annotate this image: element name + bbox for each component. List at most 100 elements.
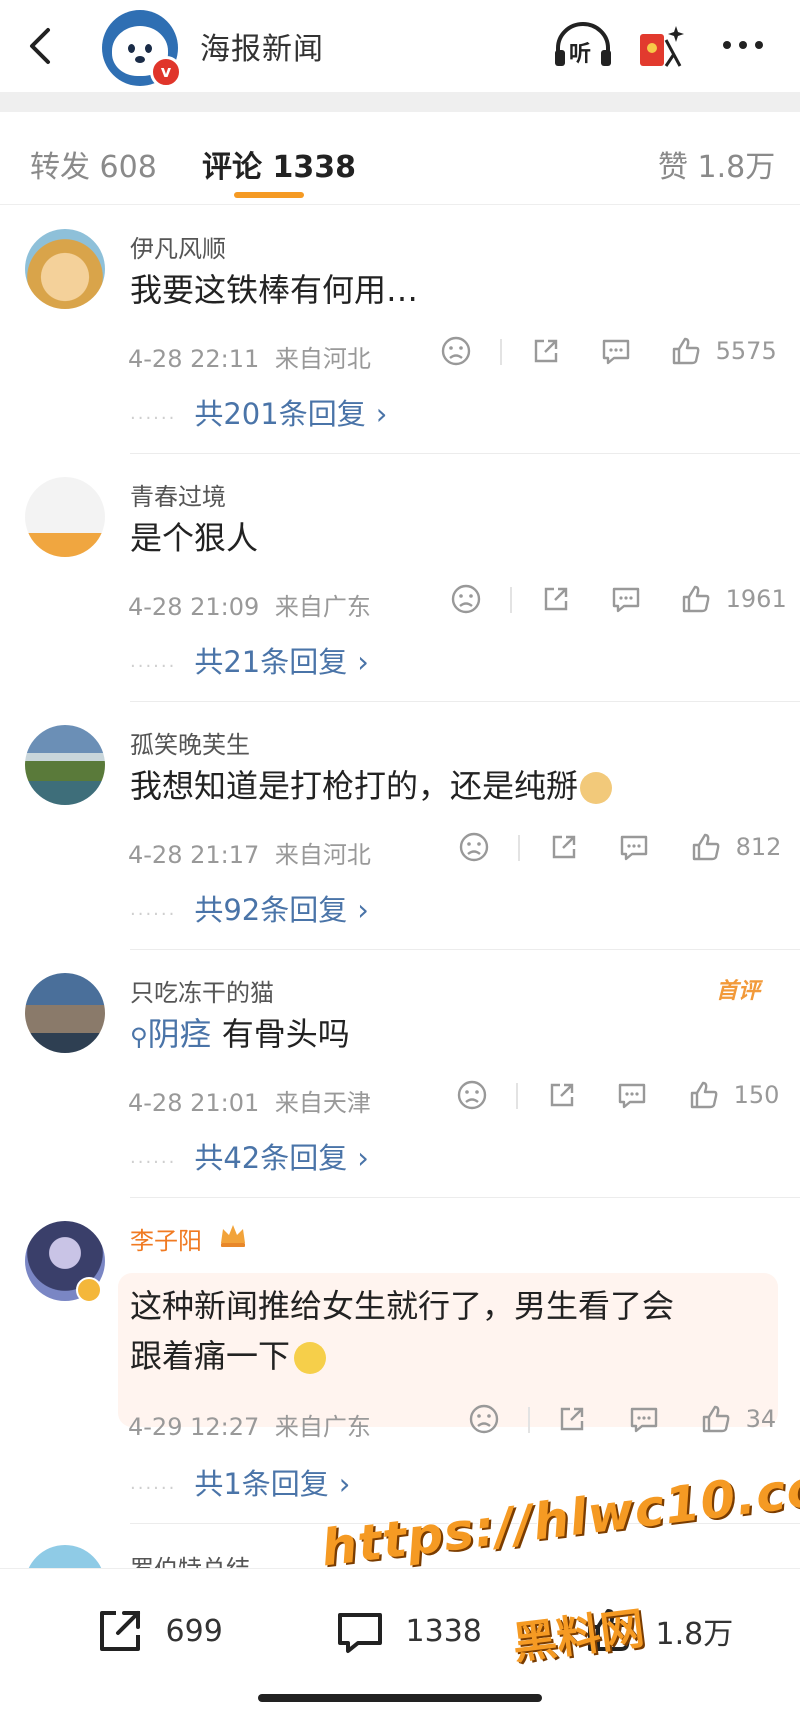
verified-badge-icon: v [150, 56, 182, 88]
comment-text: 是个狠人 [130, 519, 259, 557]
comment-text: 这种新闻推给女生就行了，男生看了会 跟着痛一下 [130, 1281, 674, 1381]
comment-time: 4-29 12:27 [128, 1413, 260, 1441]
comment-time: 4-28 21:17 [128, 841, 260, 869]
topic-search-link[interactable]: ⚲阴痉 [130, 1015, 212, 1053]
reply-count-label: 共21条回复 [194, 645, 348, 679]
dislike-icon[interactable] [458, 831, 490, 869]
engagement-tabs: 转发 608 评论 1338 赞 1.8万 [0, 112, 800, 205]
view-replies-link[interactable]: ······ 共92条回复 › [130, 887, 369, 929]
listen-label: 听 [569, 42, 592, 67]
share-icon[interactable] [556, 1403, 588, 1441]
comment-meta: 4-28 21:17 来自河北 [128, 835, 371, 870]
comment-username[interactable]: 青春过境 [130, 477, 226, 512]
comment-button[interactable]: 1338 [334, 1605, 482, 1657]
share-icon[interactable] [546, 1079, 578, 1117]
comment-meta: 4-28 21:01 来自天津 [128, 1083, 371, 1118]
tab-comments[interactable]: 评论 1338 [202, 142, 356, 186]
share-icon[interactable] [530, 335, 562, 373]
verified-badge-icon [76, 1277, 102, 1303]
comment-item: 伊凡风顺 我要这铁棒有何用… 4-28 22:11 来自河北 5575 ····… [0, 205, 800, 455]
action-divider [510, 587, 512, 613]
comment-text-line: 这种新闻推给女生就行了，男生看了会 [130, 1287, 675, 1325]
like-count: 150 [733, 1081, 780, 1109]
reply-count-label: 共1条回复 [194, 1467, 329, 1501]
chevron-right-icon: › [357, 1141, 369, 1175]
share-icon[interactable] [540, 583, 572, 621]
comment-meta: 4-29 12:27 来自广东 [128, 1407, 371, 1442]
view-replies-link[interactable]: ······ 共1条回复 › [130, 1461, 350, 1503]
comment-text: 我想知道是打枪打的，还是纯掰 [130, 761, 613, 811]
avatar[interactable] [25, 477, 105, 557]
comment-bubble-icon[interactable] [610, 583, 642, 621]
home-indicator [258, 1694, 542, 1702]
avatar[interactable] [25, 1545, 105, 1568]
tab-likes[interactable]: 赞 1.8万 [658, 142, 775, 186]
comment-location: 来自河北 [274, 841, 371, 869]
action-divider [516, 1083, 518, 1109]
crown-icon [218, 1221, 248, 1253]
chevron-right-icon: › [375, 397, 388, 431]
comment-item: 青春过境 是个狠人 4-28 21:09 来自广东 1961 ······ 共21… [0, 453, 800, 703]
avatar[interactable] [25, 973, 105, 1053]
share-icon[interactable] [548, 831, 580, 869]
search-icon: ⚲ [130, 1023, 148, 1051]
comment-username[interactable]: 只吃冻干的猫 [130, 973, 274, 1008]
listen-headphones-icon[interactable]: 听 [552, 20, 614, 70]
repost-button[interactable]: 699 [94, 1605, 223, 1657]
comment-bubble-icon[interactable] [628, 1403, 660, 1441]
comment-bubble-icon[interactable] [618, 831, 650, 869]
like-button[interactable]: 1961 [680, 583, 787, 615]
comment-meta: 4-28 21:09 来自广东 [128, 587, 371, 622]
comment-text: ⚲阴痉 有骨头吗 [130, 1009, 350, 1062]
like-button[interactable]: 5575 [670, 335, 777, 367]
like-count: 34 [745, 1405, 777, 1433]
avatar[interactable] [25, 725, 105, 805]
red-packet-icon[interactable] [636, 20, 688, 70]
comment-username[interactable]: 孤笑晚芙生 [130, 725, 250, 760]
comment-text: 我要这铁棒有何用… [130, 271, 419, 309]
comment-time: 4-28 21:01 [128, 1089, 260, 1117]
comment-bubble-icon[interactable] [600, 335, 632, 373]
account-name[interactable]: 海报新闻 [200, 24, 324, 68]
section-separator [0, 92, 800, 112]
comment-username[interactable]: 李子阳 [130, 1221, 202, 1256]
comment-text-body: 有骨头吗 [211, 1015, 350, 1053]
more-icon[interactable] [718, 22, 768, 72]
like-button[interactable]: 812 [690, 831, 781, 863]
comment-item: 只吃冻干的猫 首评 ⚲阴痉 有骨头吗 4-28 21:01 来自天津 150 ·… [0, 949, 800, 1199]
comment-username[interactable]: 伊凡风顺 [130, 229, 226, 264]
action-divider [528, 1407, 530, 1433]
comment-text-body: 我想知道是打枪打的，还是纯掰 [130, 767, 579, 805]
topic-link-text: 阴痉 [147, 1015, 212, 1053]
view-replies-link[interactable]: ······ 共21条回复 › [130, 639, 369, 681]
back-arrow-icon[interactable] [22, 22, 62, 70]
dislike-icon[interactable] [450, 583, 482, 621]
dislike-icon[interactable] [456, 1079, 488, 1117]
comment-username[interactable]: 罗伯特总结 [130, 1549, 250, 1568]
dislike-icon[interactable] [468, 1403, 500, 1441]
comment-time: 4-28 21:09 [128, 593, 260, 621]
comment-location: 来自广东 [274, 593, 371, 621]
comment-text-body: 跟着痛一下 [130, 1337, 291, 1375]
avatar[interactable] [25, 229, 105, 309]
tab-reposts[interactable]: 转发 608 [30, 142, 157, 186]
reply-count-label: 共92条回复 [194, 893, 348, 927]
comment-time: 4-28 22:11 [128, 345, 260, 373]
dislike-icon[interactable] [440, 335, 472, 373]
comment-bubble-icon[interactable] [616, 1079, 648, 1117]
action-divider [500, 339, 502, 365]
first-comment-badge: 首评 [716, 979, 761, 1004]
comment-location: 来自天津 [274, 1089, 371, 1117]
doge-emoji-icon [580, 772, 613, 804]
view-replies-link[interactable]: ······ 共42条回复 › [130, 1135, 369, 1177]
comment-item: 孤笑晚芙生 我想知道是打枪打的，还是纯掰 4-28 21:17 来自河北 812… [0, 701, 800, 951]
comment-meta: 4-28 22:11 来自河北 [128, 339, 371, 374]
action-divider [518, 835, 520, 861]
comment-text-line: 跟着痛一下 [130, 1331, 674, 1381]
reply-count-label: 共42条回复 [194, 1141, 348, 1175]
repost-count: 699 [165, 1613, 223, 1649]
like-button[interactable]: 34 [700, 1403, 776, 1435]
view-replies-link[interactable]: ······ 共201条回复 › [130, 391, 387, 433]
active-tab-indicator [234, 192, 304, 198]
like-button[interactable]: 150 [688, 1079, 779, 1111]
